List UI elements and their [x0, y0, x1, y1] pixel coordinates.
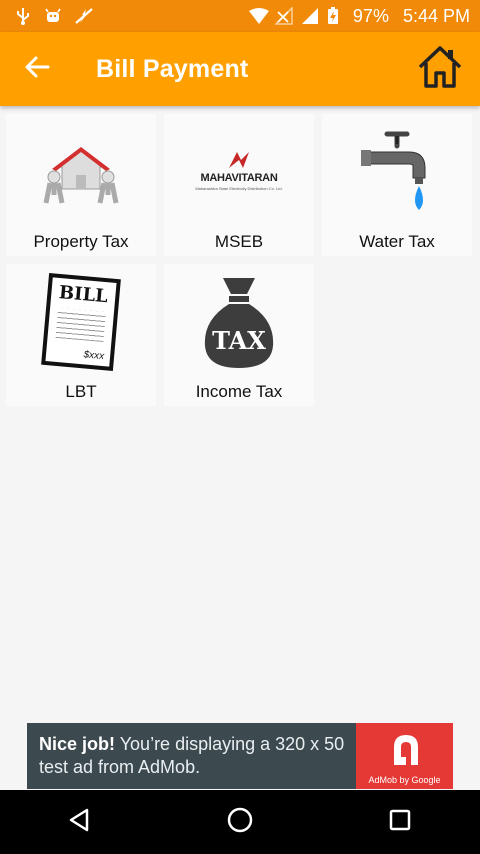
- back-triangle-icon: [67, 807, 93, 838]
- nav-recents-button[interactable]: [370, 792, 430, 852]
- nav-home-button[interactable]: [210, 792, 270, 852]
- tile-label: Property Tax: [33, 232, 129, 251]
- home-circle-icon: [226, 806, 254, 839]
- nav-bar: [0, 790, 480, 854]
- status-bar: 97% 5:44 PM: [0, 0, 480, 32]
- wifi-icon: [248, 7, 269, 25]
- admob-badge: AdMob by Google: [356, 723, 453, 789]
- tile-label: Water Tax: [359, 232, 435, 251]
- logo-subtext: Maharashtra State Electricity Distributi…: [195, 186, 283, 191]
- arrow-left-icon: [24, 54, 50, 85]
- nav-back-button[interactable]: [50, 792, 110, 852]
- bag-text: TAX: [212, 326, 266, 355]
- tile-water-tax[interactable]: Water Tax: [322, 114, 472, 256]
- signal-icon: [301, 7, 319, 25]
- ad-headline: Nice job!: [39, 734, 116, 754]
- admob-logo-icon: [394, 735, 418, 765]
- admob-caption: AdMob by Google: [368, 775, 441, 785]
- bill-title: BILL: [58, 282, 109, 308]
- ad-banner[interactable]: Nice job! You’re displaying a 320 x 50 t…: [27, 723, 453, 789]
- back-button[interactable]: [14, 46, 60, 92]
- tile-lbt[interactable]: BILL $xxx LBT: [6, 264, 156, 406]
- battery-percent: 97%: [352, 5, 389, 26]
- tile-income-tax[interactable]: TAX Income Tax: [164, 264, 314, 406]
- usb-icon: [14, 7, 32, 25]
- home-icon: [417, 45, 463, 94]
- house-movers-icon: [31, 122, 131, 222]
- lightning-icon: [74, 7, 93, 25]
- logo-text: MAHAVITARAN: [200, 172, 278, 184]
- tax-bag-icon: TAX: [189, 272, 289, 372]
- ad-text: Nice job! You’re displaying a 320 x 50 t…: [39, 733, 359, 779]
- recents-square-icon: [388, 808, 412, 837]
- tile-property-tax[interactable]: Property Tax: [6, 114, 156, 256]
- tile-mseb[interactable]: MAHAVITARAN Maharashtra State Electricit…: [164, 114, 314, 256]
- tile-label: LBT: [65, 382, 97, 401]
- bill-icon: BILL $xxx: [31, 272, 131, 372]
- tile-label: MSEB: [214, 232, 264, 251]
- page-title: Bill Payment: [96, 54, 249, 83]
- bill-amount: $xxx: [83, 349, 105, 363]
- android-icon: [44, 7, 62, 25]
- no-signal-icon: [274, 6, 293, 25]
- battery-charging-icon: [327, 7, 345, 25]
- home-button[interactable]: [414, 43, 466, 95]
- app-bar: Bill Payment: [0, 32, 480, 106]
- mahavitaran-logo: MAHAVITARAN Maharashtra State Electricit…: [184, 122, 294, 222]
- clock: 5:44 PM: [402, 5, 470, 26]
- faucet-icon: [347, 122, 447, 222]
- tile-label: Income Tax: [195, 382, 283, 401]
